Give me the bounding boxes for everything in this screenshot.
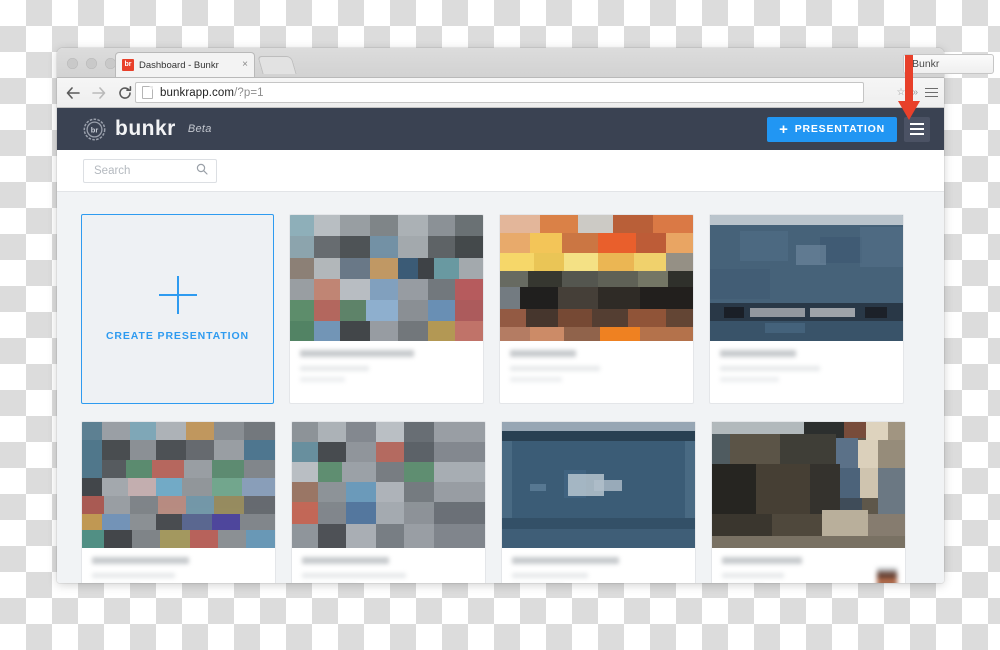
presentation-title-redacted	[722, 557, 802, 564]
presentation-title-redacted	[512, 557, 620, 564]
search-bar	[57, 150, 944, 192]
presentation-card[interactable]	[81, 421, 276, 583]
app-menu-button[interactable]	[904, 116, 930, 142]
plus-icon: +	[779, 120, 789, 138]
presentation-thumbnail	[82, 422, 275, 548]
presentation-thumbnail	[502, 422, 695, 548]
hamburger-menu-icon[interactable]	[925, 87, 938, 98]
avatar	[877, 568, 897, 583]
presentation-meta-line-1	[300, 366, 370, 371]
brand-logo[interactable]: br bunkr Beta	[83, 117, 212, 141]
brand-name: bunkr	[115, 117, 176, 140]
page-document-icon	[142, 86, 153, 99]
presentation-meta-line-2	[510, 377, 562, 382]
presentation-thumbnail	[290, 215, 483, 341]
search-field-wrapper[interactable]	[83, 158, 217, 183]
presentation-card-body	[290, 341, 483, 394]
presentation-meta-line-1	[512, 573, 589, 578]
presentation-meta-line-2	[720, 377, 779, 382]
new-presentation-button[interactable]: + PRESENTATION	[767, 116, 897, 142]
create-presentation-label: CREATE PRESENTATION	[105, 330, 250, 342]
annotation-arrow-icon	[898, 55, 920, 120]
browser-window: br Dashboard - Bunkr × bunkrapp.com/?p=1…	[57, 48, 944, 583]
presentation-card[interactable]	[291, 421, 486, 583]
new-tab-button[interactable]	[257, 56, 297, 74]
presentation-card[interactable]	[501, 421, 696, 583]
browser-tab[interactable]: br Dashboard - Bunkr ×	[115, 52, 255, 77]
create-presentation-card[interactable]: CREATE PRESENTATION	[81, 214, 274, 404]
presentation-title-redacted	[302, 557, 389, 564]
presentation-title-redacted	[92, 557, 189, 564]
address-bar[interactable]: bunkrapp.com/?p=1	[135, 82, 864, 103]
url-path: /?p=1	[234, 86, 264, 99]
presentation-thumbnail	[710, 215, 903, 341]
bunkr-favicon-icon: br	[122, 59, 134, 71]
close-window-button[interactable]	[67, 58, 78, 69]
presentation-card-body	[710, 341, 903, 394]
presentation-card-body	[502, 548, 695, 583]
presentation-meta-line-1	[510, 366, 600, 371]
presentation-meta-line-1	[720, 366, 821, 371]
presentation-thumbnail	[500, 215, 693, 341]
app-header: br bunkr Beta + PRESENTATION	[57, 108, 944, 150]
presentation-card[interactable]	[289, 214, 484, 404]
header-actions: + PRESENTATION	[767, 116, 930, 142]
presentation-meta-line-1	[302, 573, 406, 578]
search-icon[interactable]	[196, 162, 208, 180]
browser-tab-strip: br Dashboard - Bunkr ×	[57, 48, 944, 78]
dashboard-content: CREATE PRESENTATION	[57, 192, 944, 583]
search-input[interactable]	[92, 163, 196, 178]
back-arrow-icon[interactable]	[63, 83, 83, 103]
svg-text:br: br	[91, 125, 99, 134]
presentation-meta-line-1	[722, 573, 785, 578]
presentation-title-redacted	[720, 350, 797, 357]
presentation-title-redacted	[510, 350, 576, 357]
new-presentation-label: PRESENTATION	[794, 123, 885, 135]
presentation-title-redacted	[300, 350, 415, 357]
presentation-card-body	[82, 548, 275, 583]
reload-icon[interactable]	[115, 83, 135, 103]
address-bar-url: bunkrapp.com/?p=1	[160, 87, 264, 99]
bunkr-badge-icon: br	[83, 118, 106, 141]
presentation-card-body	[292, 548, 485, 583]
forward-arrow-icon[interactable]	[89, 83, 109, 103]
browser-tab-title: Dashboard - Bunkr	[139, 59, 219, 71]
presentation-card[interactable]	[499, 214, 694, 404]
presentation-card-body	[500, 341, 693, 394]
presentation-thumbnail	[292, 422, 485, 548]
presentation-card[interactable]	[711, 421, 906, 583]
brand-beta-label: Beta	[187, 123, 212, 135]
browser-toolbar: bunkrapp.com/?p=1 ☆ »	[57, 78, 944, 108]
url-host: bunkrapp.com	[160, 86, 235, 99]
window-controls[interactable]	[67, 58, 116, 69]
presentation-meta-line-1	[92, 573, 176, 578]
plus-icon	[158, 276, 197, 314]
presentation-grid: CREATE PRESENTATION	[81, 214, 920, 583]
minimize-window-button[interactable]	[86, 58, 97, 69]
presentation-card[interactable]	[709, 214, 904, 404]
close-tab-icon[interactable]: ×	[242, 60, 248, 70]
presentation-thumbnail	[712, 422, 905, 548]
presentation-meta-line-2	[300, 377, 345, 382]
